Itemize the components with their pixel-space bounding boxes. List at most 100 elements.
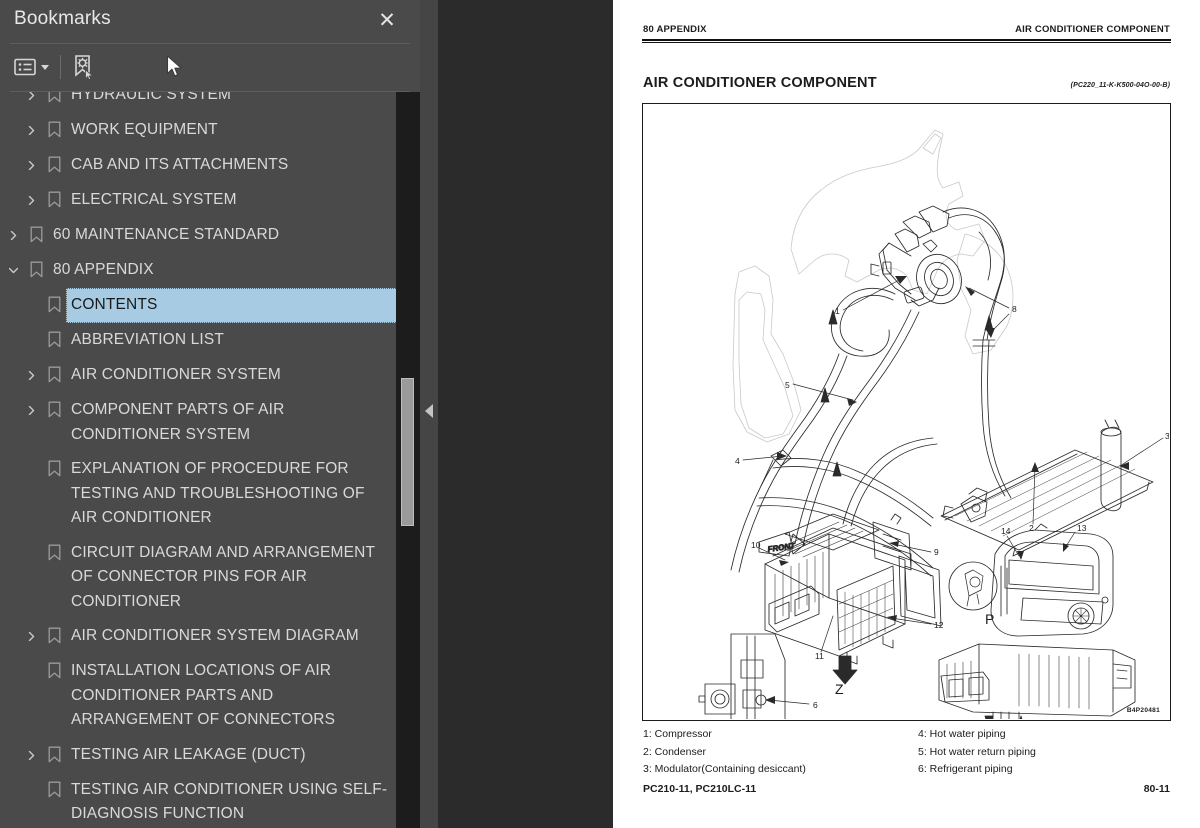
chevron-right-icon[interactable]: [20, 393, 42, 420]
bookmark-label: COMPONENT PARTS OF AIR CONDITIONER SYSTE…: [71, 401, 285, 443]
bookmark-label: TESTING AIR CONDITIONER USING SELF-DIAGN…: [71, 780, 388, 823]
legend-item: 5: Hot water return piping: [918, 745, 1036, 758]
bookmark-label: CAB AND ITS ATTACHMENTS: [71, 156, 289, 173]
bookmark-label: AIR CONDITIONER SYSTEM: [71, 366, 281, 383]
running-head-left: 80 APPENDIX: [643, 24, 707, 35]
bookmark-item[interactable]: ELECTRICAL SYSTEM: [0, 183, 400, 218]
bookmark-item[interactable]: EXPLANATION OF PROCEDURE FOR TESTING AND…: [0, 452, 400, 536]
bookmark-icon: [42, 536, 66, 566]
bookmarks-scrollbar-thumb[interactable]: [401, 378, 414, 526]
svg-text:13: 13: [1077, 523, 1087, 533]
bookmarks-toolbar: [0, 44, 420, 91]
panel-title: Bookmarks: [14, 8, 111, 29]
svg-text:8: 8: [1012, 304, 1017, 314]
bookmark-item[interactable]: ABBREVIATION LIST: [0, 323, 400, 358]
pdf-viewer-window: Bookmarks ✕ HYDRAULIC SYSTEM WORK EQUIPM…: [0, 0, 1200, 828]
list-options-icon: [14, 58, 36, 76]
chevron-down-icon: [41, 64, 49, 70]
bookmark-item[interactable]: 80 APPENDIX: [0, 253, 400, 288]
bookmark-icon: [42, 92, 66, 108]
figure-frame: FRONT 1 8 5 4 2 10 9 12 11 14 13 6 P Z B…: [642, 103, 1171, 721]
bookmark-label: AIR CONDITIONER SYSTEM DIAGRAM: [71, 627, 359, 644]
bookmark-item[interactable]: TESTING AIR CONDITIONER USING SELF-DIAGN…: [0, 773, 400, 828]
chevron-right-icon[interactable]: [20, 738, 42, 765]
pdf-page: 80 APPENDIX AIR CONDITIONER COMPONENT AI…: [613, 0, 1200, 828]
bookmark-icon: [24, 218, 48, 248]
chevron-right-icon[interactable]: [20, 148, 42, 175]
bookmark-tree: HYDRAULIC SYSTEM WORK EQUIPMENT CAB AND IT…: [0, 92, 400, 828]
bookmark-icon: [42, 654, 66, 684]
bookmarks-scrollbar[interactable]: [396, 92, 420, 828]
bookmark-tree-viewport: HYDRAULIC SYSTEM WORK EQUIPMENT CAB AND IT…: [0, 92, 400, 828]
svg-text:6: 6: [813, 700, 818, 710]
bookmark-item[interactable]: TESTING AIR LEAKAGE (DUCT): [0, 738, 400, 773]
bookmark-item[interactable]: CAB AND ITS ATTACHMENTS: [0, 148, 400, 183]
svg-text:2: 2: [1029, 523, 1034, 533]
chevron-right-icon[interactable]: [20, 92, 42, 105]
svg-text:12: 12: [934, 620, 944, 630]
chevron-right-icon[interactable]: [20, 358, 42, 385]
bookmark-label: HYDRAULIC SYSTEM: [71, 92, 232, 103]
bookmark-icon: [42, 393, 66, 423]
svg-text:14: 14: [1001, 526, 1011, 536]
bookmark-item[interactable]: AIR CONDITIONER SYSTEM DIAGRAM: [0, 619, 400, 654]
bookmark-item[interactable]: CIRCUIT DIAGRAM AND ARRANGEMENT OF CONNE…: [0, 536, 400, 620]
bookmark-item[interactable]: HYDRAULIC SYSTEM: [0, 92, 400, 113]
legend-item: 4: Hot water piping: [918, 728, 1006, 740]
bookmark-label: CONTENTS: [66, 288, 400, 323]
close-icon[interactable]: ✕: [374, 8, 400, 34]
page-title: AIR CONDITIONER COMPONENT: [643, 75, 877, 91]
legend-column-left: 1: Compressor 2: Condenser 3: Modulator(…: [643, 726, 806, 779]
bookmark-icon: [42, 113, 66, 143]
legend-item: 2: Condenser: [643, 745, 707, 758]
svg-text:P: P: [985, 611, 994, 627]
running-head-right: AIR CONDITIONER COMPONENT: [1015, 24, 1170, 35]
bookmark-icon: [42, 738, 66, 768]
page-footer-number: 80-11: [1143, 783, 1170, 795]
bookmark-item[interactable]: INSTALLATION LOCATIONS OF AIR CONDITIONE…: [0, 654, 400, 738]
bookmark-label: 60 MAINTENANCE STANDARD: [53, 226, 280, 243]
document-view[interactable]: 80 APPENDIX AIR CONDITIONER COMPONENT AI…: [438, 0, 1200, 828]
svg-text:1: 1: [835, 306, 840, 316]
bookmark-label: ABBREVIATION LIST: [71, 331, 224, 348]
svg-text:Z: Z: [835, 681, 844, 697]
document-reference-code: (PC220_11-K-K500-04O-00-B): [1070, 82, 1170, 89]
bookmark-label: EXPLANATION OF PROCEDURE FOR TESTING AND…: [71, 460, 365, 526]
bookmark-label: INSTALLATION LOCATIONS OF AIR CONDITIONE…: [71, 662, 336, 728]
new-bookmark-button[interactable]: [70, 53, 96, 81]
bookmark-icon: [42, 619, 66, 649]
bookmark-item[interactable]: WORK EQUIPMENT: [0, 113, 400, 148]
bookmark-label: WORK EQUIPMENT: [71, 121, 218, 138]
toolbar-separator: [60, 55, 61, 79]
bookmark-icon: [42, 288, 66, 318]
bookmark-item[interactable]: CONTENTS: [0, 288, 400, 323]
chevron-down-icon[interactable]: [2, 253, 24, 280]
bookmark-item[interactable]: COMPONENT PARTS OF AIR CONDITIONER SYSTE…: [0, 393, 400, 452]
chevron-right-icon[interactable]: [20, 619, 42, 646]
air-conditioner-component-diagram: FRONT 1 8 5 4 2 10 9 12 11 14 13 6 P Z: [698, 129, 1169, 719]
legend-item: 1: Compressor: [643, 728, 712, 740]
bookmark-item[interactable]: 60 MAINTENANCE STANDARD: [0, 218, 400, 253]
chevron-right-icon[interactable]: [20, 183, 42, 210]
svg-text:3: 3: [1165, 431, 1169, 441]
bookmark-label: ELECTRICAL SYSTEM: [71, 191, 237, 208]
bookmark-label: TESTING AIR LEAKAGE (DUCT): [71, 745, 306, 763]
page-footer-model: PC210-11, PC210LC-11: [643, 783, 757, 795]
bookmark-icon: [42, 452, 66, 482]
chevron-right-icon[interactable]: [20, 113, 42, 140]
chevron-right-icon[interactable]: [2, 218, 24, 245]
bookmark-label: CIRCUIT DIAGRAM AND ARRANGEMENT OF CONNE…: [71, 543, 375, 610]
bookmark-icon: [42, 323, 66, 353]
svg-text:11: 11: [815, 651, 824, 661]
bookmark-options-button[interactable]: [14, 53, 49, 81]
collapse-left-arrow-icon[interactable]: [421, 402, 437, 420]
running-head-rule: [642, 39, 1171, 43]
bookmark-item[interactable]: AIR CONDITIONER SYSTEM: [0, 358, 400, 393]
svg-text:9: 9: [934, 547, 939, 557]
new-bookmark-icon: [70, 54, 96, 80]
bookmarks-panel-header: Bookmarks ✕: [0, 0, 420, 43]
figure-reference-code: B4P20481: [1126, 707, 1160, 714]
bookmark-icon: [42, 358, 66, 388]
bookmark-icon: [42, 183, 66, 213]
legend-item: 3: Modulator(Containing desiccant): [643, 763, 806, 775]
